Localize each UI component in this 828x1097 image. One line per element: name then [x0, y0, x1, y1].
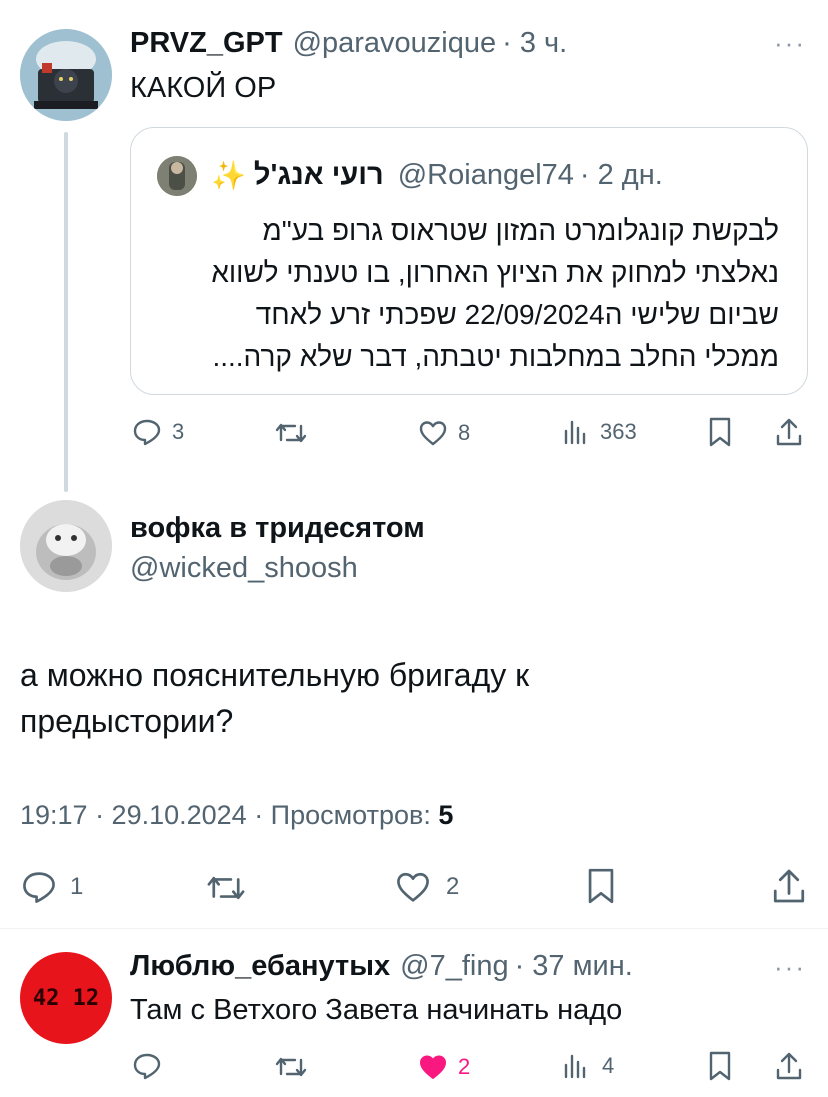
quote-line: נאלצתי למחוק את הציוץ האחרון, בו טענתי ל… [211, 257, 779, 288]
post-header: PRVZ_GPT @paravouzique · 3 ч. [130, 27, 567, 63]
share-icon [773, 869, 805, 903]
avatar[interactable] [20, 500, 112, 592]
reply-button[interactable]: 3 [132, 418, 184, 446]
share-button[interactable] [770, 866, 808, 906]
share-button[interactable] [774, 1050, 804, 1082]
author-handle[interactable]: @paravouzique [293, 27, 497, 60]
quote-time[interactable]: · 2 дн. [580, 159, 663, 192]
views-icon [564, 1054, 586, 1079]
thread-line [64, 132, 68, 492]
like-count: 2 [458, 1054, 471, 1079]
bookmark-button[interactable] [706, 1050, 734, 1082]
repost-button[interactable] [273, 420, 309, 446]
reply-count: 1 [70, 873, 84, 900]
quote-line: לבקשת קונגלומרט המזון שטראוס גרופ בע"מ [262, 215, 779, 246]
reply-count: 3 [172, 419, 185, 444]
quote-header: ✨ רועי אנג'ל @Roiangel74 · 2 дн. [211, 156, 663, 194]
hamster-avatar-image [20, 500, 112, 592]
reply-icon [23, 872, 55, 903]
train-avatar-image [20, 29, 112, 121]
heart-filled-icon [420, 1055, 446, 1079]
author-handle[interactable]: @7_fing [400, 950, 508, 983]
quote-avatar[interactable] [157, 156, 197, 196]
sparkle-icon: ✨ [211, 159, 246, 191]
quote-handle[interactable]: @Roiangel74 [398, 159, 574, 192]
person-avatar-image [157, 156, 197, 196]
divider [0, 928, 828, 929]
repost-icon [207, 876, 245, 900]
like-button[interactable]: 8 [418, 419, 470, 447]
like-button[interactable]: 2 [418, 1053, 470, 1081]
post-header: Люблю_ебанутых @7_fing · 37 мин. [130, 950, 633, 986]
avatar[interactable]: 42 12 [20, 952, 112, 1044]
views-count: 363 [600, 419, 637, 444]
author-name[interactable]: PRVZ_GPT [130, 27, 283, 60]
views-icon [564, 420, 586, 445]
repost-button[interactable] [204, 872, 248, 904]
bookmark-icon [709, 1051, 731, 1081]
views-button[interactable]: 4 [562, 1053, 614, 1079]
reply-icon [133, 419, 161, 446]
quote-line: שביום שלישי ה22/09/2024 שפכתי זרע לאחד [255, 299, 779, 330]
post-time[interactable]: · 3 ч. [502, 27, 567, 60]
post-text-line: а можно пояснительную бригаду к [20, 657, 530, 693]
quote-author-name[interactable]: רועי אנג'ל [254, 159, 384, 192]
bookmark-icon [709, 417, 731, 447]
reply-icon [133, 1053, 161, 1080]
quote-line: ממכלי החלב במחלבות יטבתה, דבר שלא קרה...… [212, 341, 779, 372]
bookmark-button[interactable] [706, 416, 734, 448]
quoted-post[interactable]: ✨ רועי אנג'ל @Roiangel74 · 2 дн. לבקשת ק… [130, 127, 808, 395]
views-count: 4 [602, 1053, 615, 1078]
author-name[interactable]: Люблю_ебанутых [130, 950, 390, 983]
post-text: Там с Ветхого Завета начинать надо [130, 994, 623, 1026]
reply-button[interactable]: 1 [20, 870, 83, 904]
post-meta: 19:17 · 29.10.2024 · Просмотров: 5 [20, 800, 453, 831]
like-button[interactable]: 2 [394, 870, 459, 904]
quote-text: לבקשת קונגלומרט המזון שטראוס גרופ בע"מ נ… [149, 210, 779, 378]
author-name[interactable]: вофка в тридесятом [130, 512, 425, 545]
avatar[interactable] [20, 29, 112, 121]
avatar-clock-text: 42 12 [32, 985, 100, 1011]
author-handle[interactable]: @wicked_shoosh [130, 552, 358, 585]
post-text: КАКОЙ ОР [130, 72, 277, 104]
more-icon[interactable]: ··· [774, 952, 806, 983]
heart-icon [397, 872, 429, 902]
post-time[interactable]: · 37 мин. [515, 950, 633, 983]
share-icon [776, 418, 802, 446]
post-timestamp[interactable]: 19:17 · 29.10.2024 · Просмотров: [20, 800, 438, 830]
repost-icon [275, 1057, 307, 1077]
bookmark-button[interactable] [584, 866, 618, 906]
more-icon[interactable]: ··· [774, 28, 806, 59]
repost-button[interactable] [273, 1054, 309, 1080]
views-count: 5 [438, 800, 454, 830]
views-button[interactable]: 363 [562, 419, 637, 445]
heart-icon [419, 421, 447, 446]
repost-icon [275, 423, 307, 443]
like-count: 2 [446, 873, 460, 900]
share-icon [776, 1052, 802, 1080]
post-text: а можно пояснительную бригаду к предысто… [20, 652, 810, 744]
like-count: 8 [458, 420, 471, 445]
share-button[interactable] [774, 416, 804, 448]
post-text-line: предыстории? [20, 703, 234, 739]
bookmark-icon [588, 868, 614, 904]
reply-button[interactable] [132, 1052, 162, 1080]
